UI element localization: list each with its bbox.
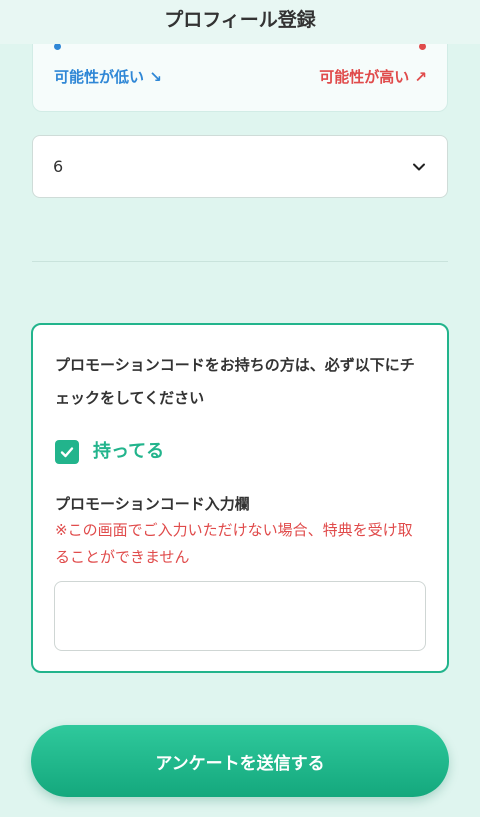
scale-high-label: 可能性が高い ↗ [319, 68, 427, 86]
promo-field-note: ※この画面でご入力いただけない場合、特典を受け取ることができません [55, 521, 413, 566]
page-header: プロフィール登録 [0, 0, 480, 44]
section-divider [32, 261, 448, 262]
submit-survey-button[interactable]: アンケートを送信する [31, 725, 449, 797]
chevron-down-icon [413, 163, 425, 170]
likelihood-select[interactable]: 6 [32, 135, 448, 198]
scale-low-marker [54, 43, 61, 50]
check-icon [60, 447, 74, 458]
promo-code-input[interactable] [54, 581, 426, 651]
page-title: プロフィール登録 [164, 8, 316, 31]
has-promo-checkbox[interactable] [55, 440, 79, 464]
submit-button-label: アンケートを送信する [155, 753, 325, 774]
scale-low-label: 可能性が低い ↘ [54, 68, 162, 86]
promo-code-section: プロモーションコードをお持ちの方は、必ず以下にチェックをしてください 持ってる … [31, 323, 449, 673]
promo-field-label: プロモーションコード入力欄 [55, 495, 250, 513]
promo-intro-text: プロモーションコードをお持ちの方は、必ず以下にチェックをしてください [55, 356, 415, 407]
has-promo-label[interactable]: 持ってる [93, 437, 164, 463]
select-value: 6 [53, 157, 64, 176]
scale-high-marker [419, 43, 426, 50]
